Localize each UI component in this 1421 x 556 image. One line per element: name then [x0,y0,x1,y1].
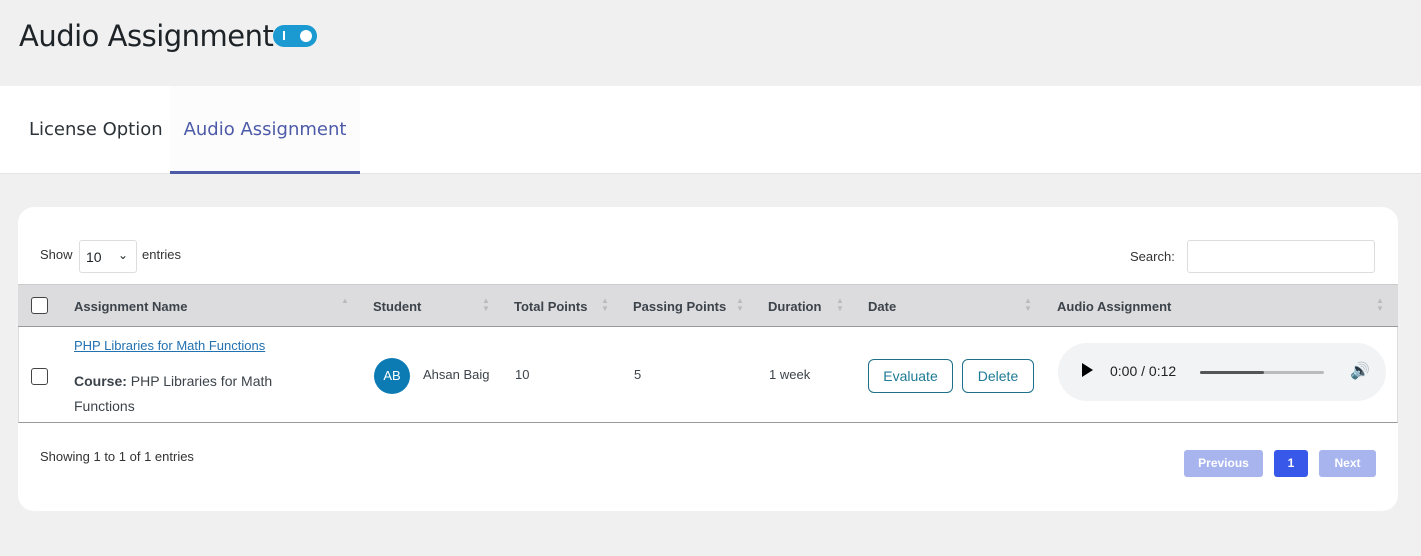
total-points: 10 [515,367,530,382]
sort-icon[interactable]: ▲ ▼ [601,297,609,313]
col-date[interactable]: Date [868,299,896,314]
avatar: AB [374,358,410,394]
assignment-link[interactable]: PHP Libraries for Math Functions [74,338,265,353]
tab-bar: License Option Audio Assignment [0,86,1421,174]
audio-progress-fill [1200,371,1265,374]
table-info: Showing 1 to 1 of 1 entries [40,449,194,464]
sort-icon[interactable]: ▲ ▼ [341,297,349,313]
page-size-select[interactable]: 10 ⌄ [79,240,137,273]
search-label: Search: [1130,249,1175,264]
course-info: Course: PHP Libraries for Math Functions [74,369,314,419]
evaluate-button[interactable]: Evaluate [868,359,953,393]
student-name: Ahsan Baig [423,367,490,382]
table-row: PHP Libraries for Math Functions Course:… [18,327,1398,423]
previous-button[interactable]: Previous [1184,450,1263,477]
col-student[interactable]: Student [373,299,421,314]
sort-icon[interactable]: ▲ ▼ [836,297,844,313]
col-passing-points[interactable]: Passing Points [633,299,726,314]
entries-label: entries [142,247,182,262]
sort-icon[interactable]: ▲ ▼ [736,297,744,313]
tab-audio-assignment[interactable]: Audio Assignment [170,86,360,174]
toggle-bar [283,31,285,40]
search-input[interactable] [1187,240,1375,273]
passing-points: 5 [634,367,642,382]
delete-button[interactable]: Delete [962,359,1034,393]
col-assignment-name[interactable]: Assignment Name [74,299,187,314]
toggle-knob [300,30,312,42]
show-label: Show [40,247,73,262]
duration: 1 week [769,367,811,382]
enable-toggle[interactable] [273,25,317,47]
audio-time: 0:00 / 0:12 [1110,363,1177,379]
volume-icon[interactable]: 🔊 [1350,361,1370,381]
assignments-card: Show 10 ⌄ entries Search: Assignment Name… [18,207,1398,511]
row-checkbox[interactable] [31,368,48,385]
sort-icon[interactable]: ▲ ▼ [1024,297,1032,313]
chevron-down-icon: ⌄ [117,248,128,262]
tab-license-option[interactable]: License Option [29,86,163,174]
col-total-points[interactable]: Total Points [514,299,587,314]
audio-seek-slider[interactable] [1200,371,1324,374]
page-size-value: 10 [86,249,102,265]
sort-icon[interactable]: ▲ ▼ [482,297,490,313]
page-title: Audio Assignment [19,19,274,53]
audio-player: 0:00 / 0:12 🔊 [1058,343,1386,401]
col-audio-assignment[interactable]: Audio Assignment [1057,299,1171,314]
sort-icon[interactable]: ▲ ▼ [1376,297,1384,313]
play-icon[interactable] [1082,363,1093,377]
page-1-button[interactable]: 1 [1274,450,1308,477]
next-button[interactable]: Next [1319,450,1376,477]
course-label: Course: [74,373,127,389]
table-header: Assignment Name ▲ ▼ Student ▲ ▼ Total Poin… [18,284,1398,327]
col-duration[interactable]: Duration [768,299,821,314]
select-all-checkbox[interactable] [31,297,48,314]
